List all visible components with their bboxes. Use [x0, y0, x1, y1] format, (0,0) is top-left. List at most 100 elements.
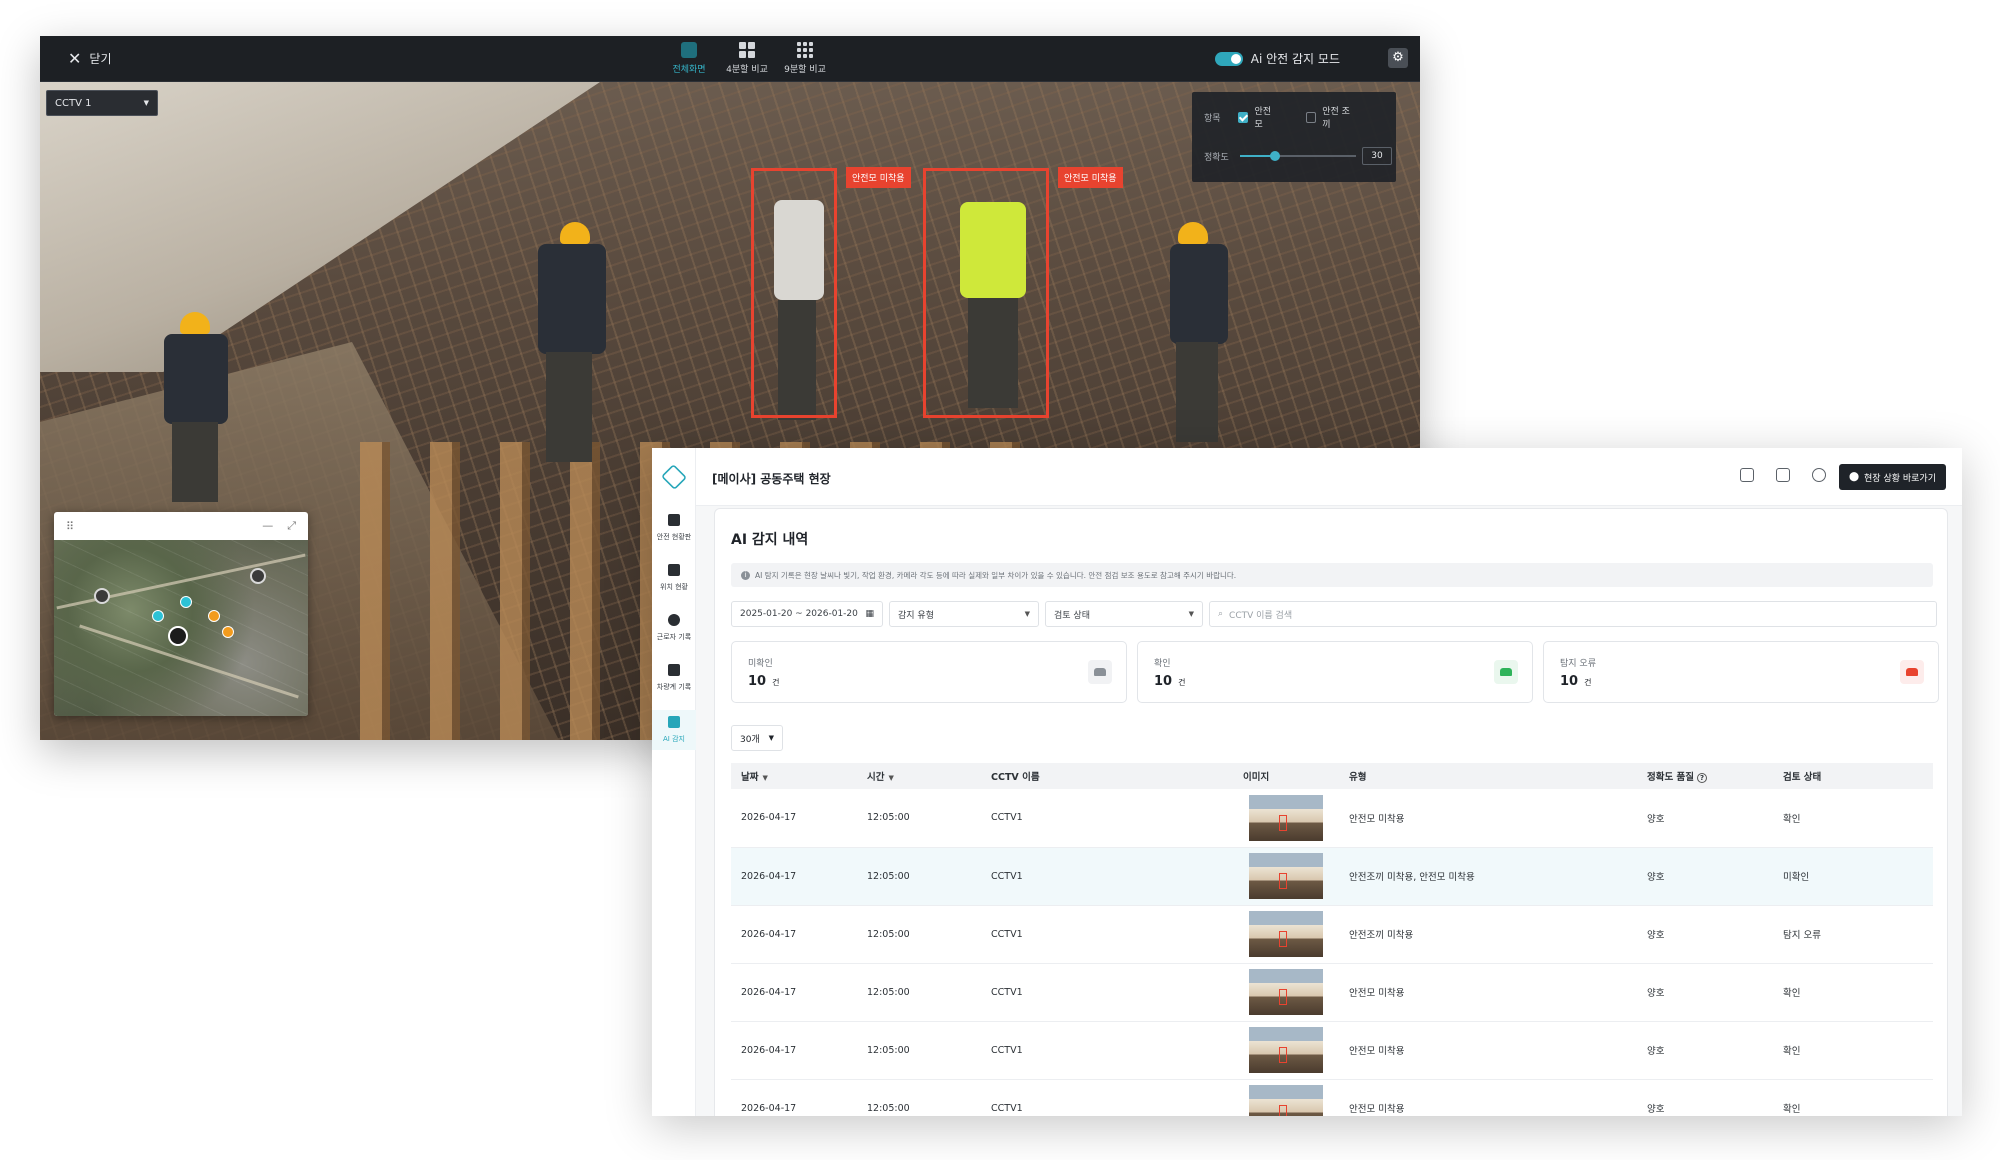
cell-status: 미확인: [1773, 847, 1933, 906]
concrete-slab: [40, 82, 600, 372]
stat-value: 10 건: [748, 674, 780, 689]
col-date[interactable]: 날짜 ▼: [731, 763, 857, 789]
detection-table: 날짜 ▼ 시간 ▼ CCTV 이름 이미지 유형 정확도 품질? 검토 상태 202…: [731, 763, 1933, 1116]
detection-thumbnail[interactable]: [1249, 969, 1323, 1015]
table-row[interactable]: 2026-04-17 12:05:00 CCTV1 안전모 미착용 양호 확인: [731, 789, 1933, 848]
fullscreen-icon: [681, 42, 697, 58]
sidebar-item-ai-detection[interactable]: AI 감지: [652, 710, 696, 750]
tab-label: 9분할 비교: [784, 65, 826, 75]
cell-quality: 양호: [1637, 963, 1773, 1022]
detection-thumbnail[interactable]: [1249, 1085, 1323, 1116]
worker-pin[interactable]: [152, 610, 164, 622]
tab-label: 4분할 비교: [726, 65, 768, 75]
accuracy-slider[interactable]: [1240, 151, 1356, 161]
cell-status: 확인: [1773, 789, 1933, 848]
camera-pin[interactable]: [94, 588, 110, 604]
cell-type: 안전모 미착용: [1339, 789, 1637, 848]
stat-confirmed[interactable]: 확인 10 건: [1137, 641, 1533, 703]
col-quality: 정확도 품질?: [1637, 763, 1773, 789]
cell-status: 확인: [1773, 963, 1933, 1022]
sidebar-item-label: 안전 현황판: [656, 533, 692, 541]
help-icon: ?: [1697, 773, 1708, 783]
accuracy-value[interactable]: 30: [1362, 147, 1392, 165]
chevron-down-icon: ▼: [768, 734, 774, 742]
drag-handle-icon[interactable]: ⠿: [66, 520, 74, 533]
view-mode-tabs: 전체화면 4분할 비교 9분할 비교: [664, 42, 830, 75]
detection-thumbnail[interactable]: [1249, 794, 1323, 841]
camera-pin[interactable]: [250, 568, 266, 584]
sidebar-item-safety-board[interactable]: 안전 현황판: [652, 514, 696, 542]
table-row[interactable]: 2026-04-17 12:05:00 CCTV1 안전모 미착용 양호 확인: [731, 1079, 1933, 1116]
sidebar-item-label: 위치 현황: [660, 583, 688, 591]
selected-camera-pin[interactable]: [168, 626, 188, 646]
cell-date: 2026-04-17: [731, 789, 857, 848]
ai-mode-switch[interactable]: [1214, 51, 1243, 66]
slider-handle[interactable]: [1269, 151, 1280, 161]
expand-icon[interactable]: ⤢: [287, 519, 296, 533]
settings-button[interactable]: ⚙: [1388, 48, 1408, 68]
detection-box[interactable]: 안전모 미착용: [923, 167, 1123, 418]
chevron-down-icon: ▼: [143, 99, 149, 107]
table-row[interactable]: 2026-04-17 12:05:00 CCTV1 안전모 미착용 양호 확인: [731, 1021, 1933, 1080]
detection-thumbnail[interactable]: [1249, 911, 1323, 957]
target-icon[interactable]: [1812, 468, 1826, 482]
date-range-picker[interactable]: 2025-01-20 ~ 2026-01-20 ▦: [731, 601, 883, 627]
detection-thumbnail[interactable]: [1249, 1027, 1323, 1073]
date-range-value: 2025-01-20 ~ 2026-01-20: [740, 609, 858, 619]
search-icon: ⌕: [1218, 609, 1224, 619]
route-icon[interactable]: [1776, 468, 1790, 482]
detection-settings-panel: 항목 안전모 안전 조끼 정확도 30: [1192, 92, 1396, 182]
sidebar-item-vehicle-log[interactable]: 차량계 기록: [652, 664, 696, 692]
col-image: 이미지: [1233, 763, 1339, 789]
table-row[interactable]: 2026-04-17 12:05:00 CCTV1 안전조끼 미착용, 안전모 미착용…: [731, 847, 1933, 906]
go-to-site-button[interactable]: ⬤ 현장 상황 바로가기: [1838, 464, 1946, 490]
stat-unconfirmed[interactable]: 미확인 10 건: [731, 641, 1127, 703]
col-time[interactable]: 시간 ▼: [857, 763, 981, 789]
camera-select[interactable]: CCTV 1 ▼: [46, 90, 158, 116]
cell-image: [1233, 1021, 1339, 1080]
review-status-select[interactable]: 검토 상태 ▼: [1045, 601, 1203, 627]
tab-4-split[interactable]: 4분할 비교: [722, 42, 772, 75]
car-icon: [1088, 660, 1112, 684]
detection-box[interactable]: 안전모 미착용: [751, 167, 911, 418]
cctv-search-input[interactable]: ⌕ CCTV 이름 검색: [1209, 601, 1937, 627]
per-page-select[interactable]: 30개 ▼: [731, 725, 783, 751]
cell-quality: 양호: [1637, 905, 1773, 964]
ai-car-icon: [668, 716, 680, 728]
cell-time: 12:05:00: [857, 1021, 981, 1080]
tab-label: 전체화면: [672, 65, 706, 75]
col-status: 검토 상태: [1773, 763, 1933, 789]
stat-detection-error[interactable]: 탐지 오류 10 건: [1543, 641, 1939, 703]
per-page-value: 30개: [740, 734, 760, 745]
vest-checkbox[interactable]: 안전 조끼: [1305, 104, 1356, 130]
table-row[interactable]: 2026-04-17 12:05:00 CCTV1 안전모 미착용 양호 확인: [731, 963, 1933, 1022]
table-row[interactable]: 2026-04-17 12:05:00 CCTV1 안전조끼 미착용 양호 탐지 오류: [731, 905, 1933, 964]
tab-fullscreen[interactable]: 전체화면: [664, 42, 714, 75]
sidebar: 안전 현황판 위치 현황 근로자 기록 차량계 기록 AI 감지: [652, 448, 696, 1116]
detection-thumbnail[interactable]: [1249, 853, 1323, 899]
cell-image: [1233, 963, 1339, 1022]
sidebar-item-location[interactable]: 위치 현황: [652, 564, 696, 592]
grid-9-icon: [797, 42, 813, 58]
vehicle-pin[interactable]: [208, 610, 220, 622]
ai-detection-dashboard: 안전 현황판 위치 현황 근로자 기록 차량계 기록 AI 감지 [메이사] 공…: [652, 448, 1962, 1116]
detect-type-select[interactable]: 감지 유형 ▼: [889, 601, 1039, 627]
chevron-down-icon: ▼: [1188, 610, 1194, 618]
col-cctv: CCTV 이름: [981, 763, 1233, 789]
worker-pin[interactable]: [180, 596, 192, 608]
sort-icon: ▼: [762, 774, 768, 782]
cell-time: 12:05:00: [857, 963, 981, 1022]
minimize-icon[interactable]: —: [262, 519, 273, 533]
satellite-map[interactable]: [54, 540, 308, 716]
app-logo-icon[interactable]: [660, 463, 688, 491]
vehicle-pin[interactable]: [222, 626, 234, 638]
scan-icon[interactable]: [1740, 468, 1754, 482]
sort-icon: ▼: [888, 774, 894, 782]
sidebar-item-worker-log[interactable]: 근로자 기록: [652, 614, 696, 642]
clock-icon: [668, 614, 680, 626]
cell-time: 12:05:00: [857, 905, 981, 964]
helmet-checkbox[interactable]: 안전모: [1238, 104, 1278, 130]
viewer-topbar: ✕ 닫기 전체화면 4분할 비교 9분할 비교 Ai 안전 감지 모드 ⚙: [40, 36, 1420, 82]
close-button[interactable]: ✕ 닫기: [68, 50, 112, 67]
tab-9-split[interactable]: 9분할 비교: [780, 42, 830, 75]
